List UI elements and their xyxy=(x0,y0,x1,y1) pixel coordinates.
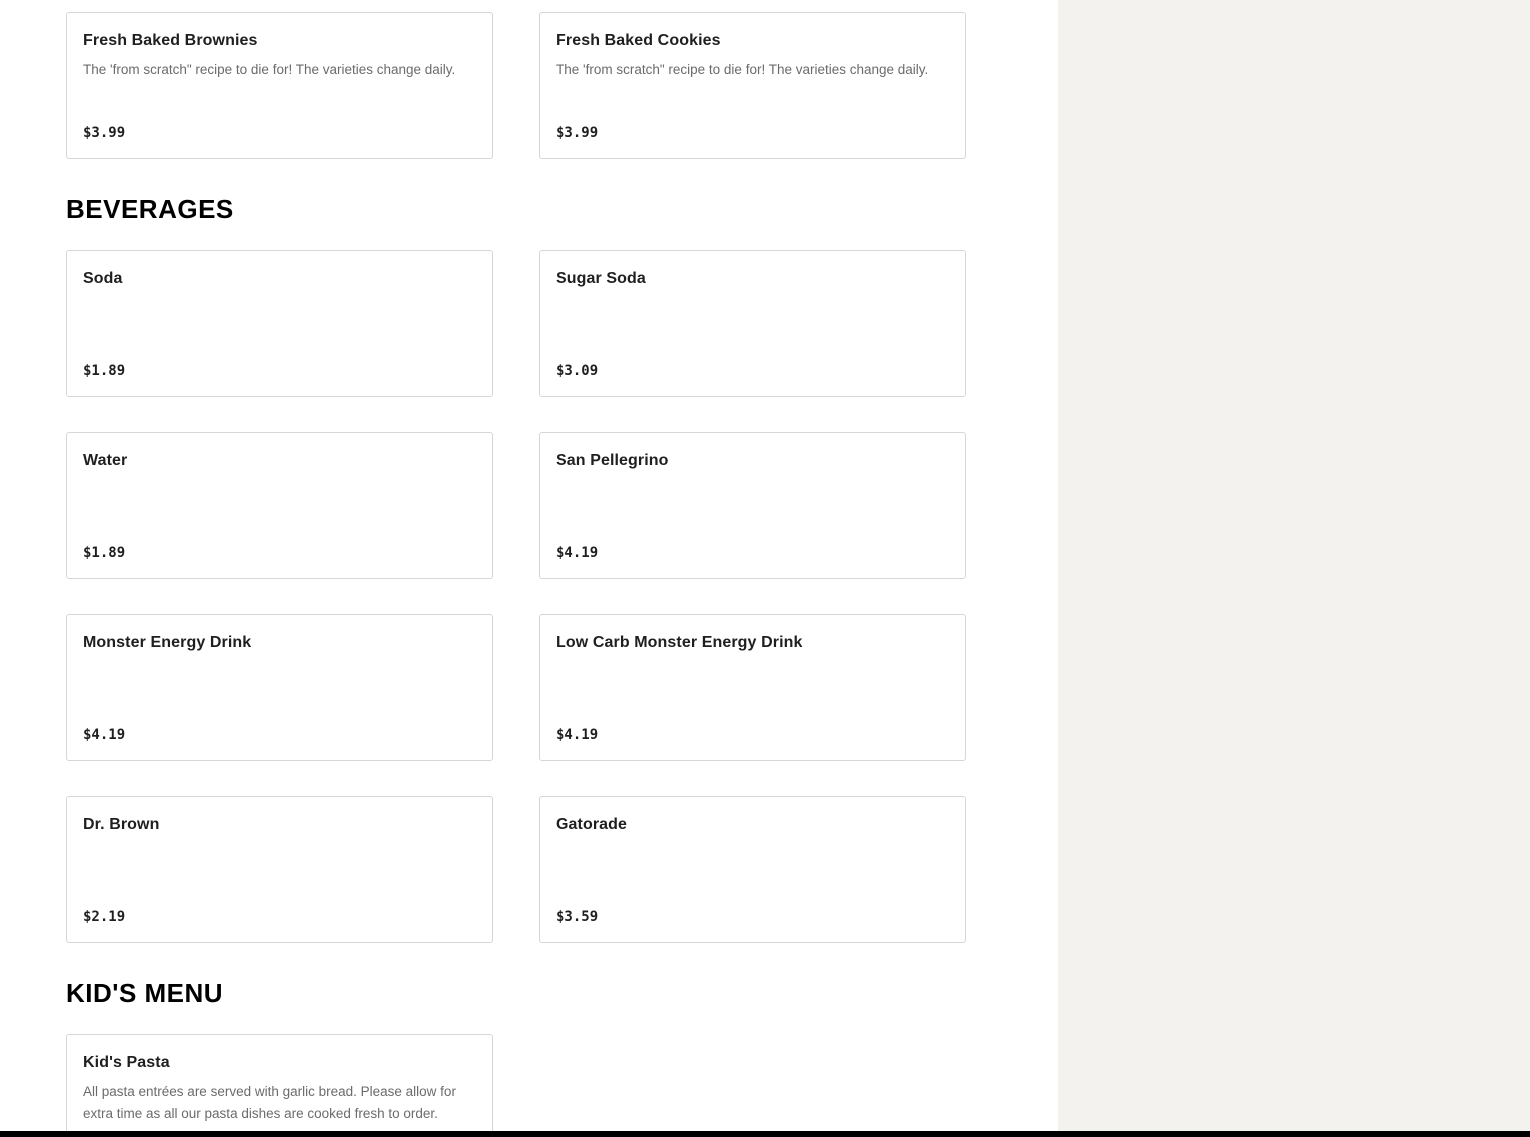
menu-item-card[interactable]: San Pellegrino $4.19 xyxy=(539,432,966,579)
menu-item-name: Sugar Soda xyxy=(556,270,646,287)
menu-item-description: The 'from scratch" recipe to die for! Th… xyxy=(83,62,456,77)
menu-item-price: $3.99 xyxy=(556,125,599,141)
menu-item-card[interactable]: Fresh Baked Cookies The 'from scratch" r… xyxy=(539,12,966,159)
menu-item-name: Dr. Brown xyxy=(83,816,160,833)
menu-item-price: $1.89 xyxy=(83,545,126,561)
menu-item-price: $1.89 xyxy=(83,363,126,379)
menu-item-card[interactable]: Sugar Soda $3.09 xyxy=(539,250,966,397)
menu-item-name: Fresh Baked Brownies xyxy=(83,32,258,49)
order-side-panel xyxy=(1058,0,1530,1131)
menu-item-card[interactable]: Soda $1.89 xyxy=(66,250,493,397)
menu-item-name: Kid's Pasta xyxy=(83,1054,170,1071)
menu-item-price: $4.19 xyxy=(556,545,599,561)
menu-item-card[interactable]: Monster Energy Drink $4.19 xyxy=(66,614,493,761)
menu-item-price: $4.19 xyxy=(83,727,126,743)
menu-item-card[interactable]: Water $1.89 xyxy=(66,432,493,579)
menu-item-name: Low Carb Monster Energy Drink xyxy=(556,634,803,651)
menu-item-card[interactable]: Fresh Baked Brownies The 'from scratch" … xyxy=(66,12,493,159)
menu-item-name: San Pellegrino xyxy=(556,452,669,469)
menu-item-card[interactable]: Gatorade $3.59 xyxy=(539,796,966,943)
menu-item-card[interactable]: Kid's Pasta All pasta entrées are served… xyxy=(66,1034,493,1131)
menu-item-price: $4.19 xyxy=(556,727,599,743)
menu-item-price: $2.19 xyxy=(83,909,126,925)
menu-item-card[interactable]: Low Carb Monster Energy Drink $4.19 xyxy=(539,614,966,761)
menu-item-name: Gatorade xyxy=(556,816,628,833)
menu-item-name: Fresh Baked Cookies xyxy=(556,32,721,49)
menu-item-price: $3.59 xyxy=(556,909,599,925)
menu-item-description: All pasta entrées are served with garlic… xyxy=(83,1084,456,1121)
menu-main: Fresh Baked Brownies The 'from scratch" … xyxy=(0,0,1058,1131)
menu-item-name: Water xyxy=(83,452,128,469)
menu-item-card[interactable]: Dr. Brown $2.19 xyxy=(66,796,493,943)
menu-item-name: Soda xyxy=(83,270,123,287)
menu-item-price: $3.99 xyxy=(83,125,126,141)
menu-item-description: The 'from scratch" recipe to die for! Th… xyxy=(556,62,929,77)
section-heading-beverages: BEVERAGES xyxy=(66,194,234,224)
menu-item-name: Monster Energy Drink xyxy=(83,634,252,651)
menu-item-price: $3.09 xyxy=(556,363,599,379)
section-heading-kids-menu: KID'S MENU xyxy=(66,978,224,1008)
bottom-bar xyxy=(0,1131,1530,1137)
